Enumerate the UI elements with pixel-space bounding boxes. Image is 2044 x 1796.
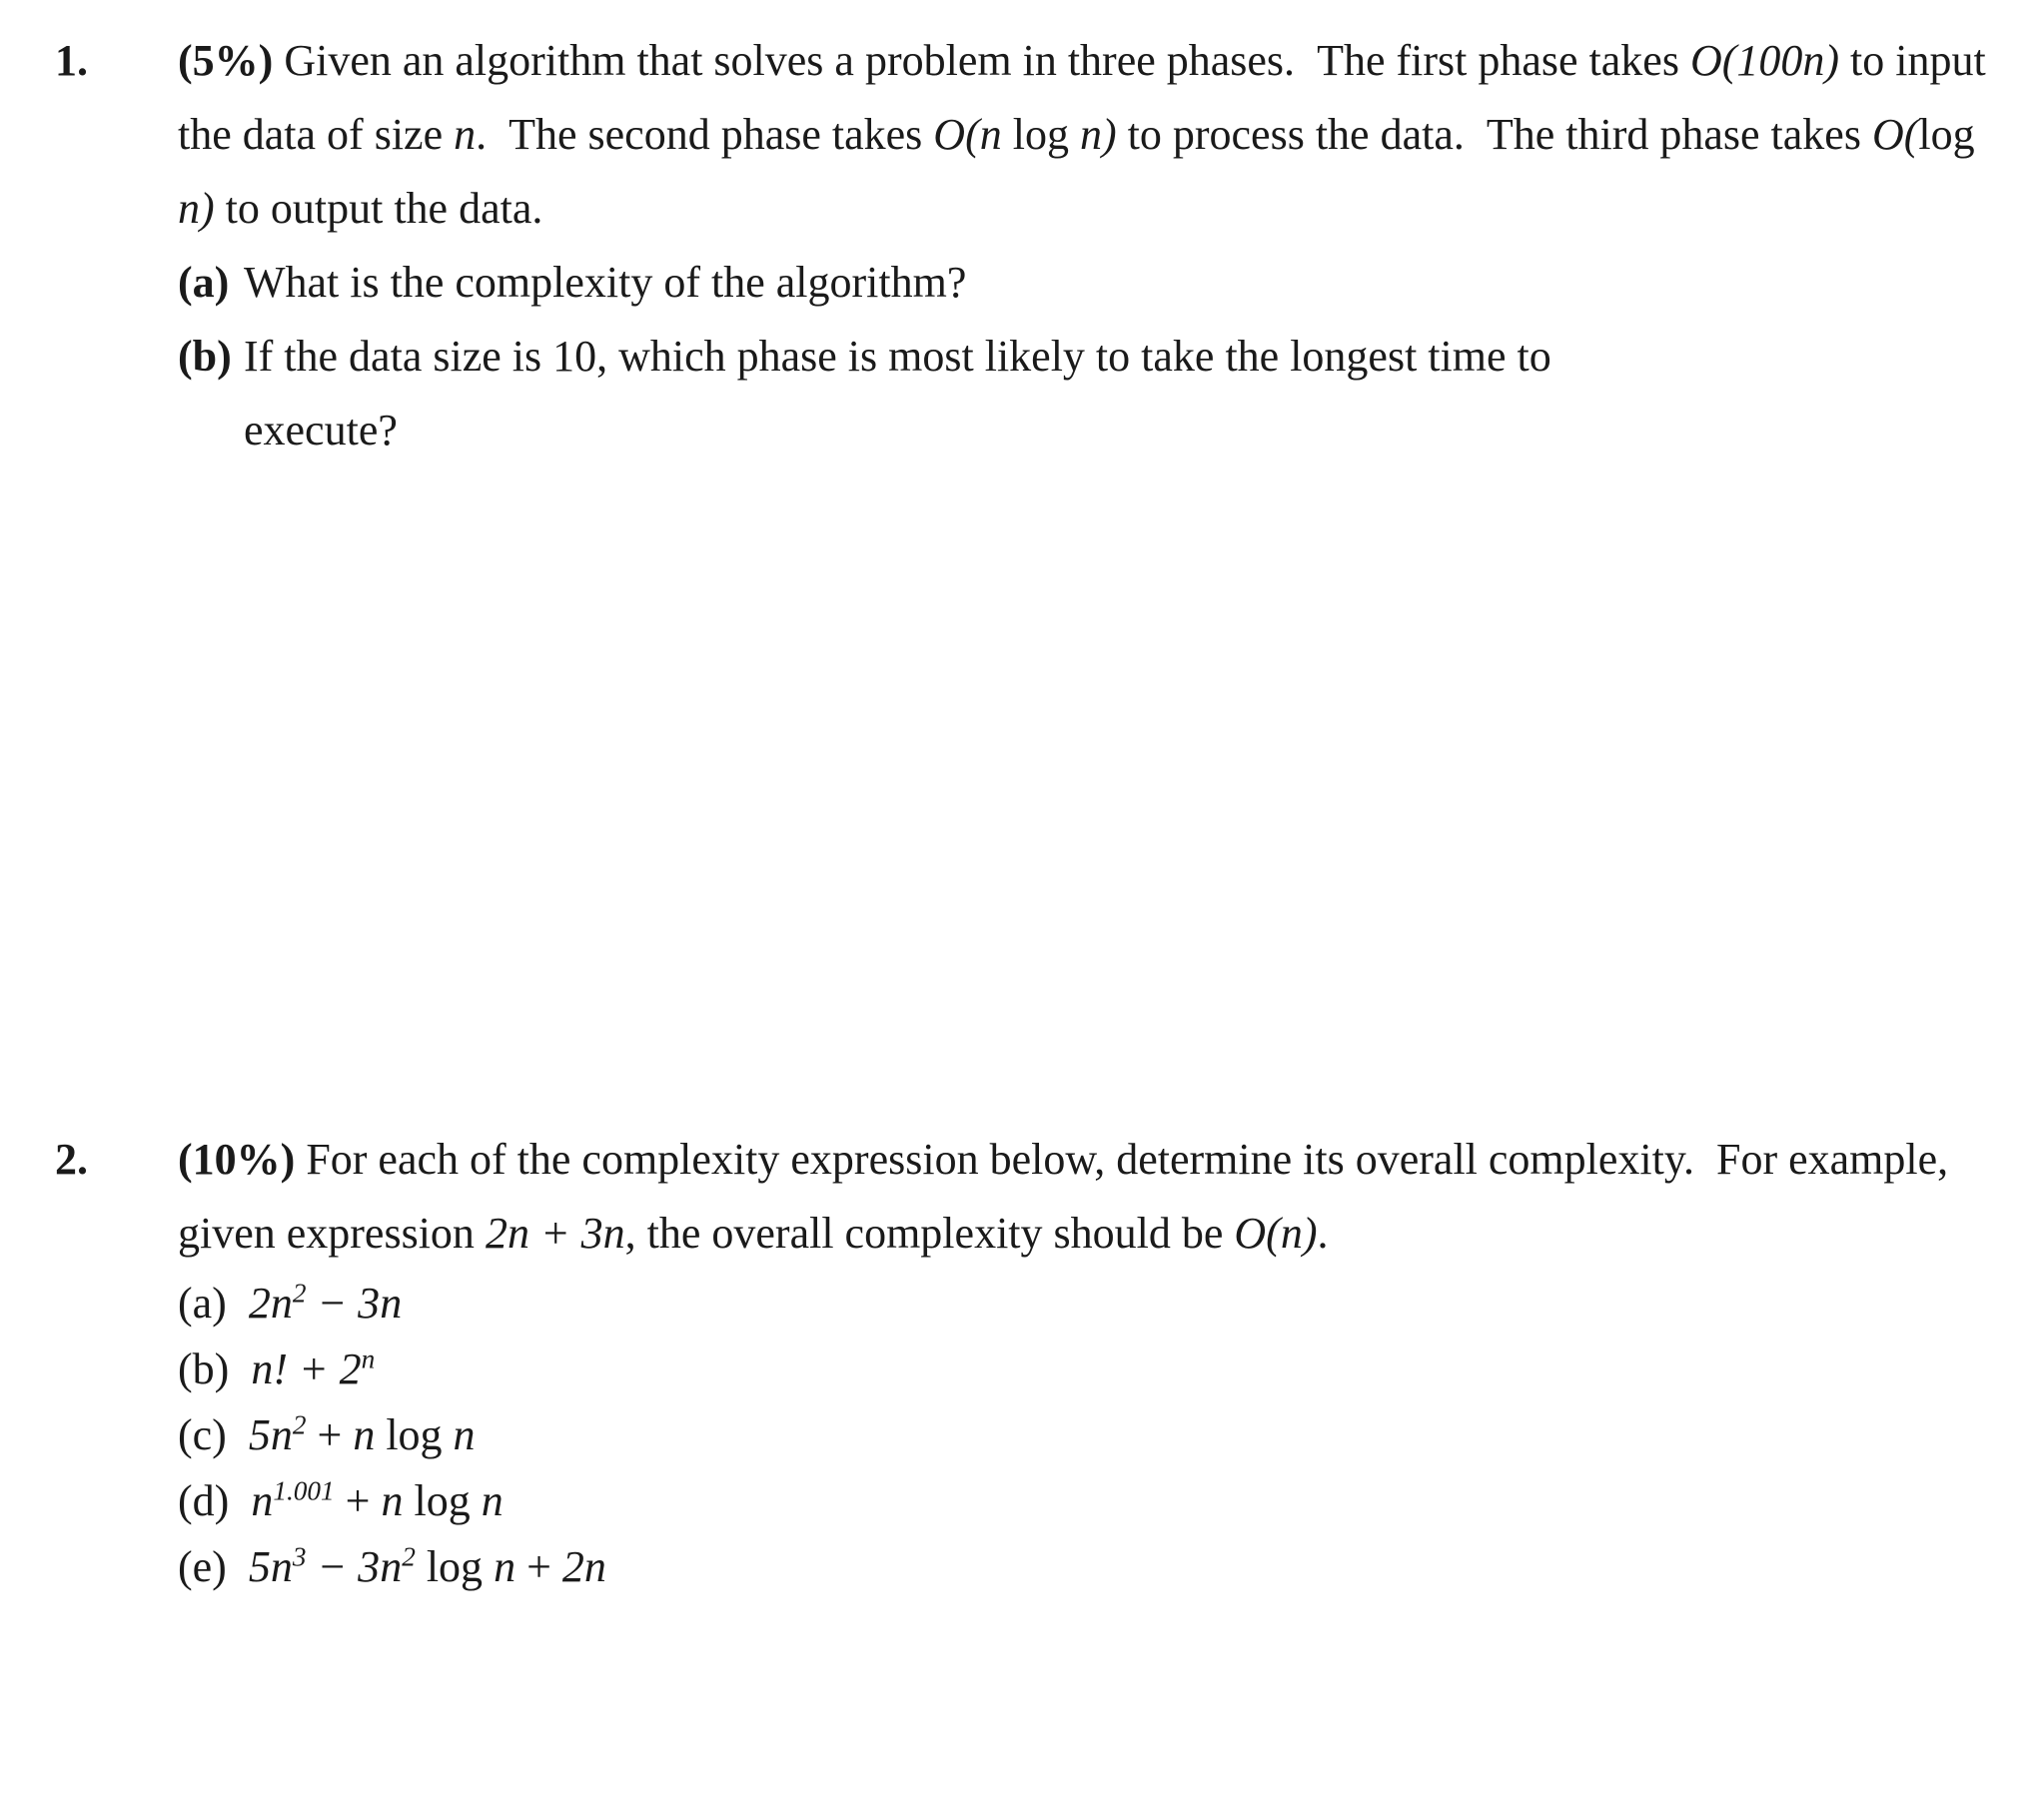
document-page: 1. (5%) Given an algorithm that solves a … <box>0 0 2044 1796</box>
q1-math-logn-open: O( <box>1871 110 1919 159</box>
expression-d-log: log <box>403 1476 482 1525</box>
expression-a-base: 2n2 − 3n <box>248 1278 403 1328</box>
subitem-b-marker: (b) <box>178 332 232 381</box>
q1-math-logn-n: n) <box>178 184 215 233</box>
subitem-b-text: If the data size is 10, which phase is m… <box>244 332 1551 381</box>
expression-c-term1: 5n2 <box>248 1409 307 1459</box>
question-1-body: (5%) Given an algorithm that solves a pro… <box>178 24 2013 467</box>
q1-line3a: process the data. <box>1172 110 1465 159</box>
q1-line1a: Given an algorithm that solves a problem… <box>284 36 1296 85</box>
q1-dot-1: . <box>476 110 488 159</box>
question-2-paragraph: (10%) For each of the complexity express… <box>178 1123 2013 1271</box>
subitem-a-marker: (a) <box>178 258 230 307</box>
q1-line2c: The second phase takes <box>509 110 923 159</box>
q2-math-2n3n: 2n + 3n <box>485 1209 625 1258</box>
expression-e-plus: + <box>515 1542 562 1591</box>
q2-math-On: O(n) <box>1234 1209 1318 1258</box>
q1-math-nlogn-n1: n <box>979 110 1002 159</box>
expression-a-exponent: 2 <box>292 1278 307 1309</box>
expression-e-log: log <box>415 1542 495 1591</box>
expression-c-log: log <box>375 1410 454 1459</box>
q1-math-nlogn: O(n log n) <box>933 110 1116 159</box>
question-1-subitem-a: (a) What is the complexity of the algori… <box>178 246 2013 320</box>
expression-e-n: n <box>494 1542 516 1591</box>
question-2-body: (10%) For each of the complexity express… <box>178 1123 2013 1600</box>
subitem-a-text: What is the complexity of the algorithm? <box>244 258 967 307</box>
expression-e-term3: 2n <box>561 1542 606 1591</box>
q2-line1: For each of the complexity expression be… <box>306 1135 1478 1184</box>
expression-c-n1: n <box>353 1410 376 1459</box>
expression-c-marker: (c) <box>178 1410 227 1459</box>
expression-d-n2: n <box>481 1476 504 1525</box>
question-2-expression-d: (d) n1.001 + n log n <box>178 1468 2013 1534</box>
q2-line3b: . <box>1317 1209 1329 1258</box>
expression-e-exponent2: 2 <box>402 1541 416 1572</box>
q1-math-nlogn-n2: n) <box>1079 110 1117 159</box>
q2-line3a: should be <box>1053 1209 1224 1258</box>
expression-c-n2: n <box>453 1410 476 1459</box>
question-2-points: (10%) <box>178 1135 296 1184</box>
question-2-expression-b: (b) n! + 2n <box>178 1337 2013 1402</box>
question-1-paragraph: (5%) Given an algorithm that solves a pro… <box>178 24 2013 246</box>
q1-var-n-1: n <box>454 110 477 159</box>
q1-math-nlogn-log: log <box>1012 110 1069 159</box>
expression-d-marker: (d) <box>178 1476 230 1525</box>
q1-line3c: to output the data. <box>225 184 543 233</box>
question-1-points: (5%) <box>178 36 274 85</box>
q1-line2d: to <box>1127 110 1162 159</box>
expression-b-marker: (b) <box>178 1345 230 1393</box>
expression-d-base: n <box>251 1476 274 1525</box>
question-2-expression-a: (a) 2n2 − 3n <box>178 1271 2013 1337</box>
question-2-number: 2. <box>55 1135 88 1184</box>
expression-e-exponent1: 3 <box>292 1541 307 1572</box>
expression-c-plus: + <box>306 1410 354 1459</box>
expression-a-marker: (a) <box>178 1279 227 1328</box>
question-2-expression-e: (e) 5n3 − 3n2 log n + 2n <box>178 1534 2013 1600</box>
expression-e-term1: 5n3 − 3n2 <box>248 1541 416 1591</box>
expression-b-exponent: n <box>361 1344 376 1374</box>
q1-line1b: The first phase <box>1317 36 1578 85</box>
question-1-number: 1. <box>55 36 88 85</box>
question-1-subitem-b: (b) If the data size is 10, which phase … <box>178 320 2013 467</box>
q2-line2c: , the overall complexity <box>624 1209 1043 1258</box>
expression-d-plus: + <box>334 1476 382 1525</box>
q2-line2a: complexity. <box>1488 1135 1694 1184</box>
question-2-expression-c: (c) 5n2 + n log n <box>178 1402 2013 1468</box>
expression-d-n1: n <box>381 1476 404 1525</box>
q1-math-nlogn-open: O( <box>933 110 980 159</box>
q1-math-100n: O(100n) <box>1689 36 1840 85</box>
expression-d-exponent: 1.001 <box>273 1475 335 1506</box>
subitem-b-continuation: execute? <box>244 406 398 454</box>
question-2: 2. (10%) For each of the complexity expr… <box>55 1123 2013 1600</box>
q1-line3b: The third phase takes <box>1486 110 1861 159</box>
expression-b-base: n! + 2n <box>251 1344 376 1393</box>
q1-line2a: takes <box>1588 36 1679 85</box>
expression-e-marker: (e) <box>178 1542 227 1591</box>
expression-c-exponent: 2 <box>292 1409 307 1440</box>
question-1: 1. (5%) Given an algorithm that solves a … <box>55 24 2013 467</box>
q1-math-logn-log: log <box>1918 110 1975 159</box>
